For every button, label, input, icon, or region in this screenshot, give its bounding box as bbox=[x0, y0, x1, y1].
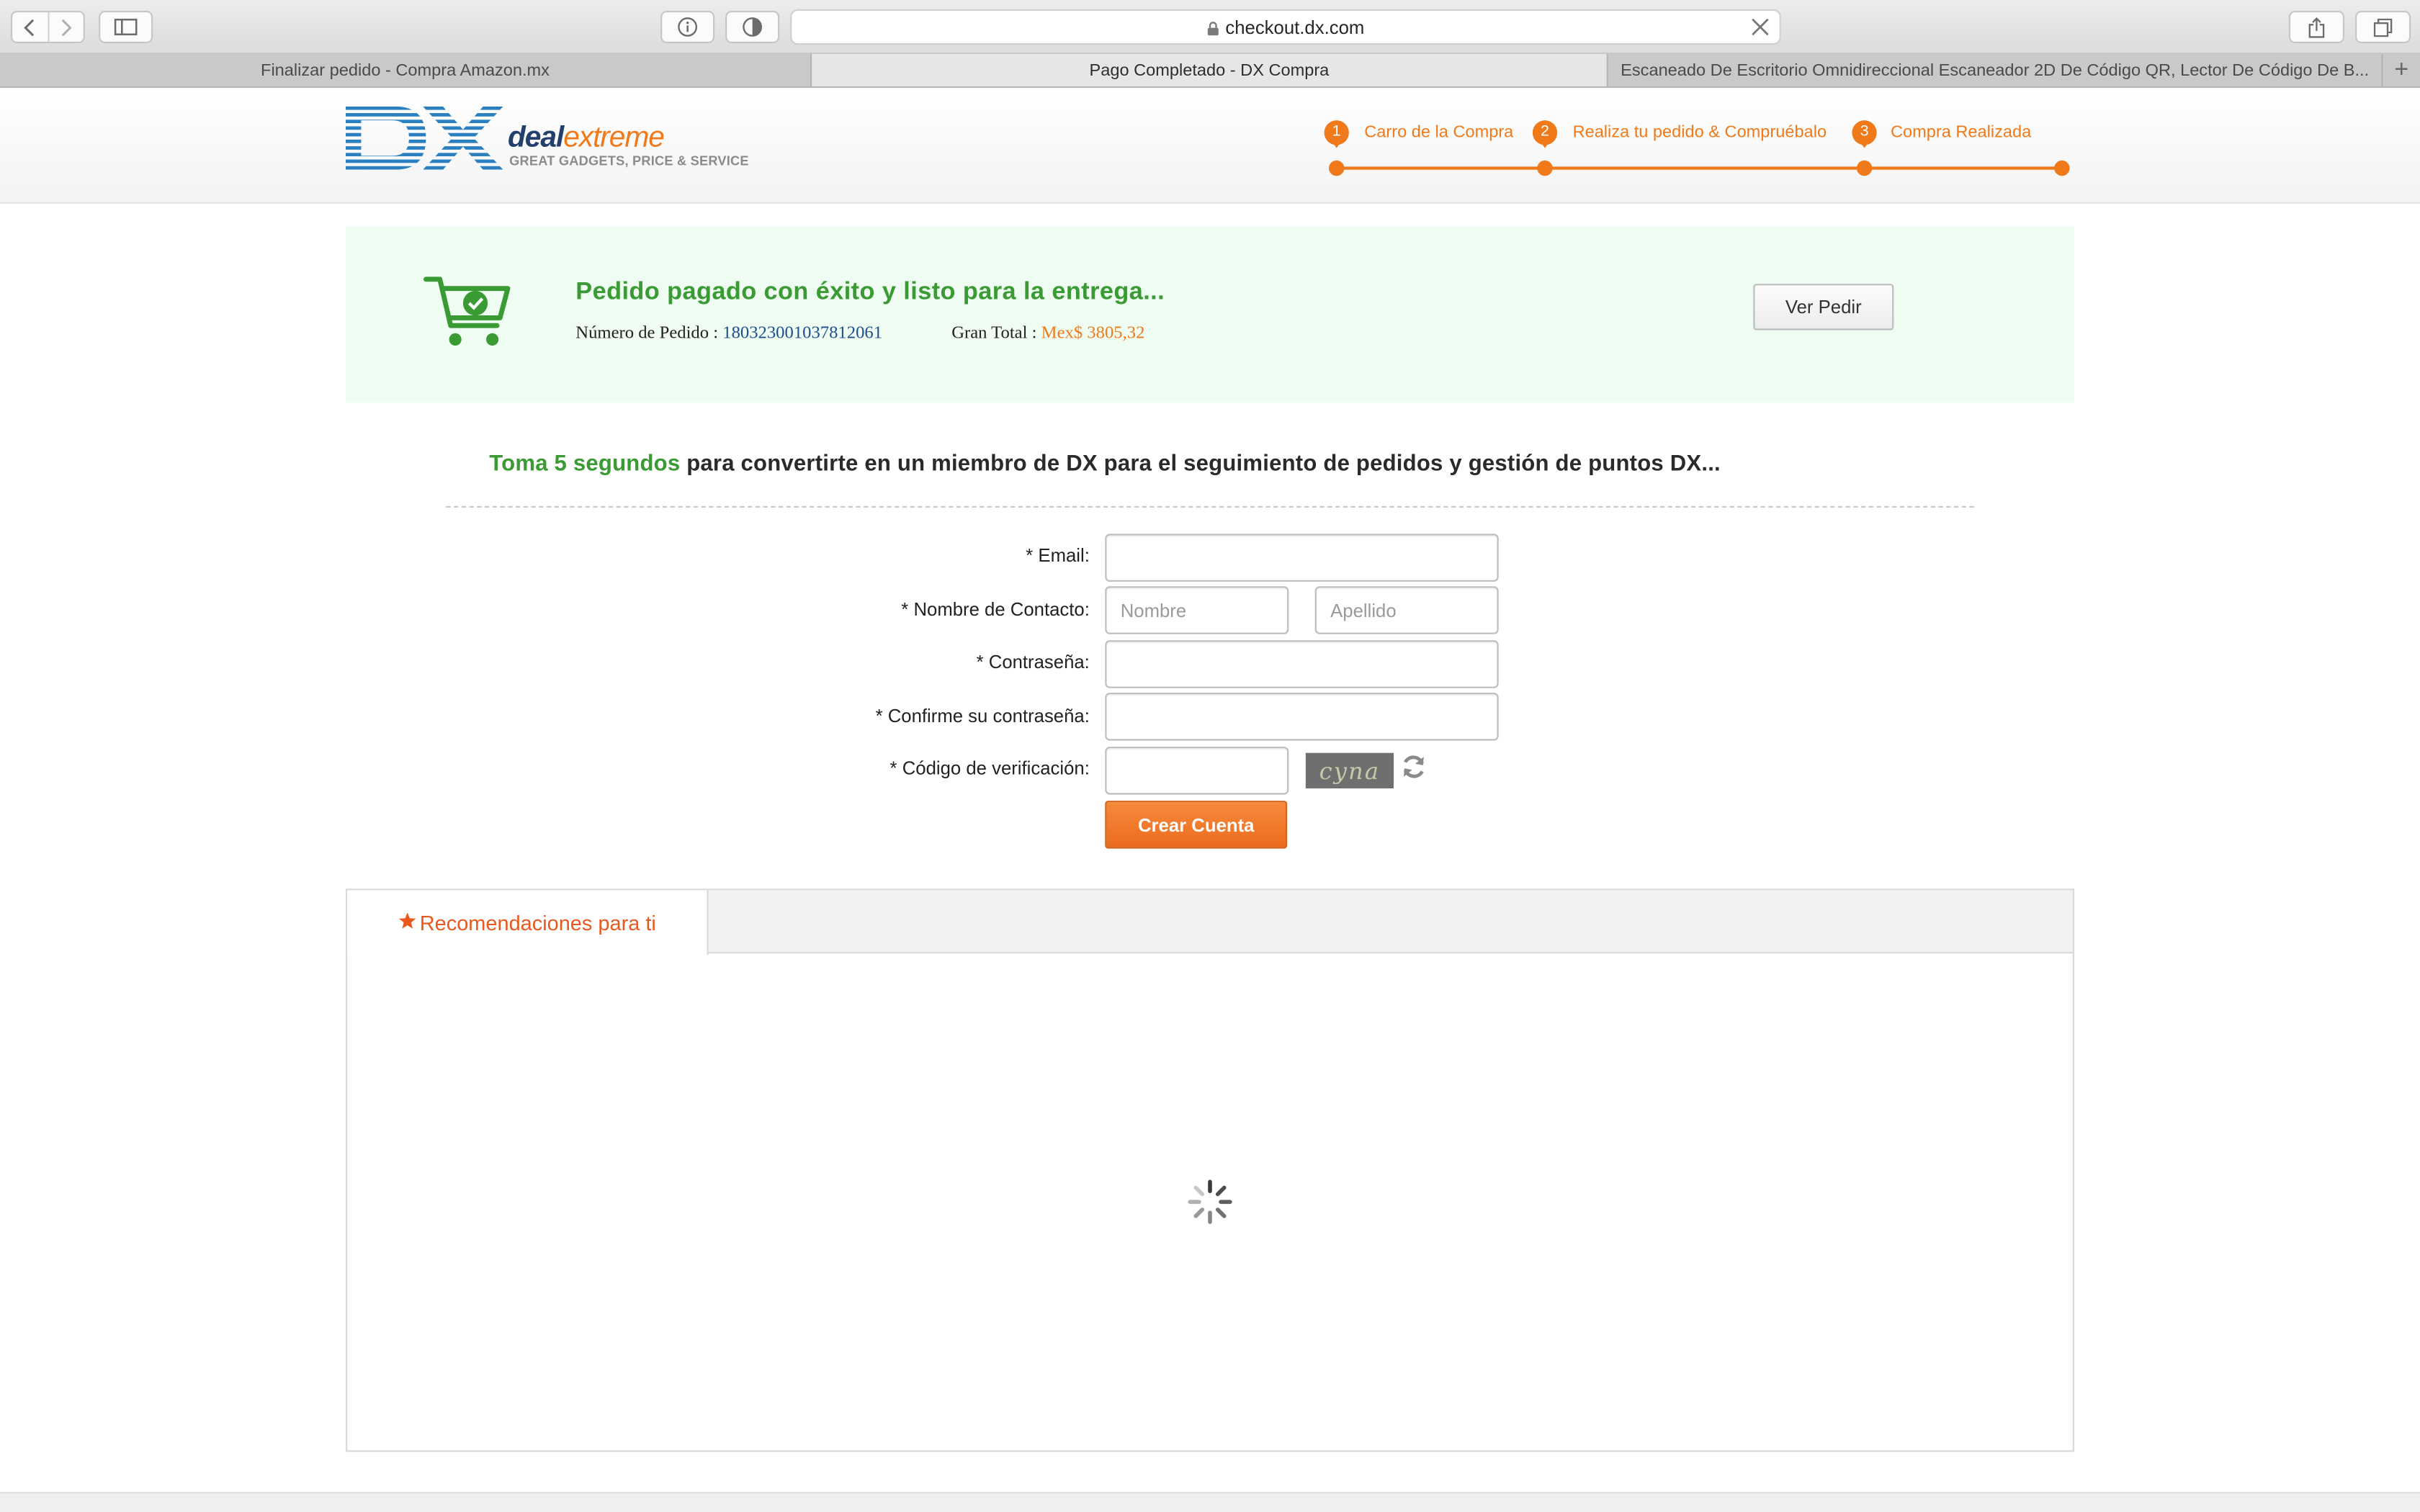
page-footer-strip bbox=[0, 1492, 2420, 1512]
register-headline-text: para convertirte en un miembro de DX par… bbox=[680, 451, 1721, 477]
info-icon bbox=[678, 17, 698, 37]
url-text: checkout.dx.com bbox=[1225, 16, 1365, 38]
brand-deal-text: deal bbox=[508, 122, 564, 155]
page-root: checkout.dx.com Finalizar pedido - Compr… bbox=[0, 0, 2420, 1512]
brand-name: dealextreme bbox=[508, 122, 665, 156]
confirm-password-label: * Confirme su contraseña: bbox=[875, 705, 1090, 727]
recommendations-panel: Recomendaciones para ti bbox=[346, 888, 2074, 1452]
tabs-overview-icon bbox=[2373, 17, 2393, 37]
back-icon bbox=[24, 18, 35, 36]
forward-button[interactable] bbox=[47, 12, 83, 42]
step-3-label: Compra Realizada bbox=[1891, 123, 2032, 143]
tabs-overview-button[interactable] bbox=[2355, 11, 2411, 43]
divider bbox=[446, 505, 1974, 508]
tab-label: Finalizar pedido - Compra Amazon.mx bbox=[261, 60, 550, 80]
tab-label: Pago Completado - DX Compra bbox=[1089, 60, 1330, 80]
star-icon bbox=[398, 912, 416, 929]
shield-icon bbox=[743, 17, 763, 37]
nav-buttons bbox=[11, 11, 85, 43]
info-button[interactable] bbox=[660, 11, 715, 43]
progress-dot bbox=[1856, 160, 1873, 176]
order-summary: Número de Pedido : 180323001037812061 Gr… bbox=[575, 324, 1144, 343]
privacy-button[interactable] bbox=[725, 11, 780, 43]
verification-code-field[interactable] bbox=[1105, 747, 1289, 795]
order-number-label: Número de Pedido : bbox=[575, 324, 723, 343]
progress-dot bbox=[1329, 160, 1345, 176]
success-title: Pedido pagado con éxito y listo para la … bbox=[575, 279, 1165, 306]
step-3-badge: 3 bbox=[1852, 120, 1877, 151]
view-order-button[interactable]: Ver Pedir bbox=[1753, 284, 1894, 330]
step-2-badge: 2 bbox=[1532, 120, 1558, 151]
loading-spinner-icon bbox=[1188, 1179, 1232, 1224]
grand-total-label: Gran Total : bbox=[951, 324, 1041, 343]
lock-icon bbox=[1207, 22, 1219, 36]
recommendations-tab-label: Recomendaciones para ti bbox=[419, 911, 656, 935]
grand-total-value: Mex$ 3805,32 bbox=[1041, 324, 1145, 343]
brand-extreme-text: extreme bbox=[563, 122, 665, 155]
password-field[interactable] bbox=[1105, 640, 1499, 688]
captcha-image: cyna bbox=[1305, 752, 1394, 788]
back-button[interactable] bbox=[12, 12, 47, 42]
tab-escaneador[interactable]: Escaneado De Escritorio Omnidireccional … bbox=[1608, 54, 2383, 86]
last-name-field[interactable] bbox=[1314, 586, 1499, 634]
verification-code-label: * Código de verificación: bbox=[889, 757, 1090, 780]
progress-dot bbox=[2054, 160, 2070, 176]
first-name-field[interactable] bbox=[1105, 586, 1289, 634]
register-headline: Toma 5 segundos para convertirte en un m… bbox=[489, 452, 1721, 477]
new-tab-button[interactable]: + bbox=[2383, 54, 2420, 86]
create-account-button[interactable]: Crear Cuenta bbox=[1105, 801, 1288, 849]
tab-recommendations[interactable]: Recomendaciones para ti bbox=[347, 890, 709, 955]
payment-success-panel: Pedido pagado con éxito y listo para la … bbox=[346, 227, 2074, 403]
step-1-badge: 1 bbox=[1324, 120, 1349, 151]
forward-icon bbox=[61, 18, 72, 36]
tab-amazon[interactable]: Finalizar pedido - Compra Amazon.mx bbox=[0, 54, 812, 86]
sidebar-button[interactable] bbox=[99, 11, 153, 43]
tab-label: Escaneado De Escritorio Omnidireccional … bbox=[1621, 60, 2370, 80]
sidebar-icon bbox=[114, 18, 138, 36]
progress-line bbox=[1336, 166, 2062, 170]
brand-tagline: GREAT GADGETS, PRICE & SERVICE bbox=[509, 153, 749, 168]
password-label: * Contraseña: bbox=[976, 651, 1090, 673]
contact-name-label: * Nombre de Contacto: bbox=[901, 598, 1090, 621]
share-icon bbox=[2308, 16, 2325, 37]
refresh-icon[interactable] bbox=[1400, 753, 1428, 781]
dx-logo-mark bbox=[346, 106, 503, 170]
address-bar[interactable]: checkout.dx.com bbox=[790, 9, 1781, 45]
checkout-progress: 1 Carro de la Compra 2 Realiza tu pedido… bbox=[1312, 119, 2083, 181]
email-field[interactable] bbox=[1105, 534, 1499, 582]
site-header: dealextreme GREAT GADGETS, PRICE & SERVI… bbox=[0, 88, 2420, 204]
confirm-password-field[interactable] bbox=[1105, 693, 1499, 741]
register-headline-highlight: Toma 5 segundos bbox=[489, 451, 681, 477]
tab-dx-pago[interactable]: Pago Completado - DX Compra bbox=[812, 54, 1608, 86]
share-button[interactable] bbox=[2288, 11, 2344, 43]
dx-logo[interactable]: dealextreme GREAT GADGETS, PRICE & SERVI… bbox=[346, 106, 763, 176]
step-1-label: Carro de la Compra bbox=[1364, 123, 1514, 143]
cart-check-icon bbox=[423, 276, 511, 346]
email-label: * Email: bbox=[1026, 544, 1090, 567]
progress-dot bbox=[1537, 160, 1553, 176]
browser-tab-bar: Finalizar pedido - Compra Amazon.mx Pago… bbox=[0, 54, 2420, 89]
close-icon[interactable] bbox=[1750, 17, 1770, 37]
browser-toolbar: checkout.dx.com bbox=[0, 0, 2420, 54]
order-number[interactable]: 180323001037812061 bbox=[722, 324, 882, 343]
step-2-label: Realiza tu pedido & Compruébalo bbox=[1572, 123, 1827, 143]
